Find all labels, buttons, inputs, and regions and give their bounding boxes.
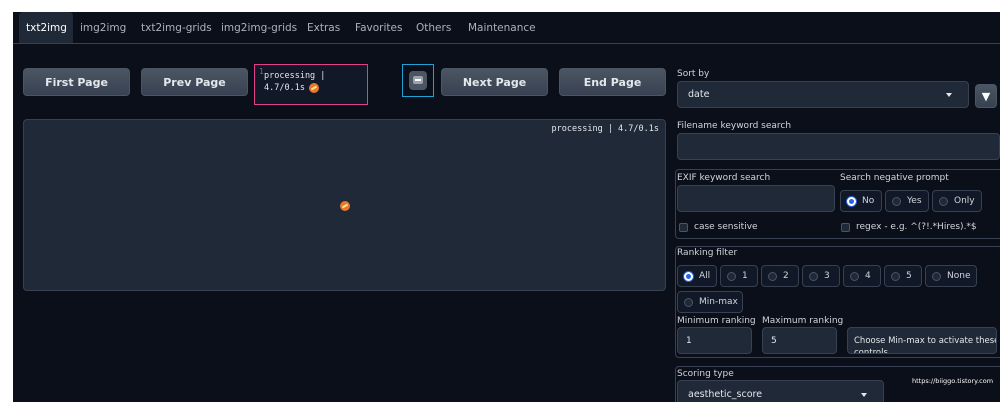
ranking-filter-radio-group: All 1 2 3 4 5 None Min-max <box>677 265 1000 313</box>
tab-maintenance[interactable]: Maintenance <box>468 22 536 34</box>
next-page-button[interactable]: Next Page <box>441 68 548 96</box>
exif-search-label: EXIF keyword search <box>677 173 771 183</box>
refresh-button-frame[interactable] <box>402 64 434 97</box>
refresh-icon <box>413 76 423 84</box>
negative-prompt-label: Search negative prompt <box>840 173 949 183</box>
sort-by-value: date <box>688 89 710 100</box>
end-page-button[interactable]: End Page <box>559 68 666 96</box>
refresh-button[interactable] <box>409 71 427 90</box>
ranking-filter-label: Ranking filter <box>677 248 738 258</box>
tab-others[interactable]: Others <box>416 22 451 34</box>
regex-checkbox[interactable] <box>841 223 850 232</box>
min-ranking-value: 1 <box>686 336 692 346</box>
app-window: txt2img img2img txt2img-grids img2img-gr… <box>13 12 1000 402</box>
radio-icon <box>809 271 818 281</box>
tab-extras[interactable]: Extras <box>307 22 340 34</box>
radio-icon <box>768 271 777 281</box>
radio-icon <box>850 271 859 281</box>
radio-icon <box>892 196 901 206</box>
gallery-status-text: processing | 4.7/0.1s <box>551 124 659 134</box>
tab-img2img-grids[interactable]: img2img-grids <box>221 22 297 34</box>
max-ranking-value: 5 <box>771 336 777 346</box>
chevron-down-icon <box>861 393 867 397</box>
filename-search-label: Filename keyword search <box>677 121 792 131</box>
radio-icon <box>932 271 941 281</box>
sort-by-dropdown[interactable]: date <box>677 81 969 108</box>
min-max-note-line2: controls <box>854 348 888 354</box>
watermark-text: https://biiggo.tistory.com <box>912 377 994 385</box>
ranking-option-4[interactable]: 4 <box>843 265 881 287</box>
scoring-type-value: aesthetic_score <box>688 389 763 400</box>
negative-prompt-option-only[interactable]: Only <box>932 190 982 212</box>
max-ranking-input[interactable]: 5 <box>762 327 837 354</box>
tab-favorites[interactable]: Favorites <box>355 22 402 34</box>
tab-txt2img-grids[interactable]: txt2img-grids <box>141 22 212 34</box>
tab-img2img[interactable]: img2img <box>80 22 126 34</box>
radio-icon <box>891 271 900 281</box>
min-max-note-line1: Choose Min-max to activate these <box>854 336 997 346</box>
ranking-option-1[interactable]: 1 <box>720 265 758 287</box>
chevron-down-icon <box>946 93 952 97</box>
negative-prompt-option-no[interactable]: No <box>840 190 882 212</box>
exif-search-input[interactable] <box>677 185 835 212</box>
processing-status-line1: processing | <box>264 71 326 81</box>
ranking-option-all[interactable]: All <box>677 265 717 287</box>
radio-icon <box>939 196 948 206</box>
gallery-loading-spinner-icon <box>340 201 350 211</box>
page-index-box[interactable]: 1 processing | 4.7/0.1s <box>254 64 368 105</box>
tab-bar-divider <box>13 43 1000 44</box>
sort-direction-button[interactable]: ▼ <box>975 84 997 108</box>
ranking-option-none[interactable]: None <box>925 265 977 287</box>
negative-prompt-option-yes[interactable]: Yes <box>885 190 929 212</box>
first-page-button[interactable]: First Page <box>23 68 130 96</box>
negative-prompt-radio-group: No Yes Only <box>840 190 1000 212</box>
case-sensitive-label: case sensitive <box>694 222 758 232</box>
radio-icon <box>684 297 693 307</box>
tab-txt2img[interactable]: txt2img <box>26 22 67 34</box>
ranking-option-3[interactable]: 3 <box>802 265 840 287</box>
min-max-note-box: Choose Min-max to activate these control… <box>847 327 997 354</box>
case-sensitive-checkbox[interactable] <box>679 223 688 232</box>
max-ranking-label: Maximum ranking <box>762 316 844 326</box>
ranking-option-2[interactable]: 2 <box>761 265 799 287</box>
sort-by-label: Sort by <box>677 69 710 79</box>
radio-selected-icon <box>684 271 693 281</box>
regex-label: regex - e.g. ^(?!.*Hires).*$ <box>856 222 977 232</box>
scoring-type-label: Scoring type <box>677 369 734 379</box>
min-ranking-label: Minimum ranking <box>677 316 756 326</box>
image-gallery[interactable]: processing | 4.7/0.1s <box>23 119 666 291</box>
processing-status-line2: 4.7/0.1s <box>264 83 305 93</box>
scoring-type-dropdown[interactable]: aesthetic_score <box>677 380 884 402</box>
ranking-option-5[interactable]: 5 <box>884 265 922 287</box>
prev-page-button[interactable]: Prev Page <box>141 68 248 96</box>
radio-selected-icon <box>847 196 856 206</box>
filename-search-input[interactable] <box>677 133 1000 160</box>
radio-icon <box>727 271 736 281</box>
ranking-option-min-max[interactable]: Min-max <box>677 291 743 313</box>
min-ranking-input[interactable]: 1 <box>677 327 752 354</box>
loading-spinner-icon <box>309 83 319 93</box>
